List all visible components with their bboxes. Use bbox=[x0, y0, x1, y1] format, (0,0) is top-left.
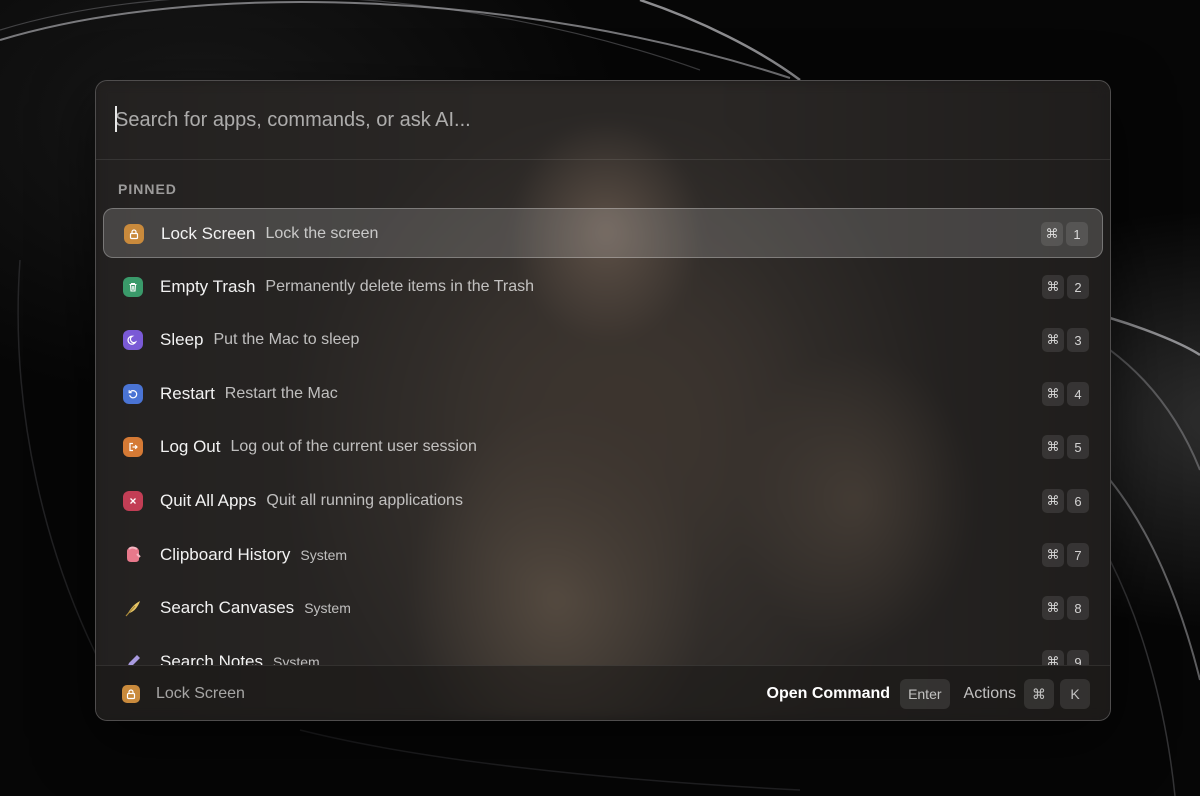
k-key-hint: K bbox=[1060, 679, 1090, 709]
number-key-badge: 9 bbox=[1067, 650, 1089, 665]
command-key-hint: ⌘ bbox=[1024, 679, 1054, 709]
command-palette: PINNED Lock ScreenLock the screen⌘1Empty… bbox=[95, 80, 1111, 721]
number-key-badge: 7 bbox=[1067, 543, 1089, 567]
shortcut-hint: ⌘ 7 bbox=[1042, 543, 1089, 567]
command-key-badge: ⌘ bbox=[1042, 543, 1064, 567]
command-key-badge: ⌘ bbox=[1042, 382, 1064, 406]
selected-command-label: Lock Screen bbox=[156, 684, 245, 702]
command-subtitle: System bbox=[300, 547, 348, 563]
command-row-quit-all-apps[interactable]: Quit All Apps Quit all running applicatio… bbox=[103, 476, 1103, 526]
command-key-badge: ⌘ bbox=[1042, 596, 1064, 620]
number-key-badge: 8 bbox=[1067, 596, 1089, 620]
command-title: Lock Screen bbox=[161, 224, 256, 243]
search-input[interactable] bbox=[115, 103, 1015, 137]
command-title: Empty Trash bbox=[160, 277, 256, 296]
shortcut-hint: ⌘ 4 bbox=[1042, 382, 1089, 406]
command-row-clipboard-history[interactable]: Clipboard History System ⌘ 7 bbox=[103, 530, 1103, 580]
number-key-badge: 4 bbox=[1067, 382, 1089, 406]
command-title: Search Notes bbox=[160, 652, 263, 665]
enter-key-hint: Enter bbox=[900, 679, 950, 709]
command-key-badge: ⌘ bbox=[1042, 650, 1064, 665]
command-row-search-notes[interactable]: Search Notes System ⌘ 9 bbox=[103, 637, 1103, 665]
command-key-badge: ⌘ bbox=[1042, 328, 1064, 352]
number-key-badge: 1 bbox=[1066, 222, 1088, 246]
command-subtitle: Log out of the current user session bbox=[230, 438, 477, 455]
open-command-button[interactable]: Open Command bbox=[767, 685, 891, 703]
command-key-badge: ⌘ bbox=[1042, 489, 1064, 513]
number-key-badge: 3 bbox=[1067, 328, 1089, 352]
command-title: Sleep bbox=[160, 330, 204, 349]
command-row-search-canvases[interactable]: Search Canvases System ⌘ 8 bbox=[103, 583, 1103, 633]
number-key-badge: 2 bbox=[1067, 275, 1089, 299]
command-row-log-out[interactable]: Log Out Log out of the current user sessi… bbox=[103, 422, 1103, 472]
command-key-badge: ⌘ bbox=[1042, 275, 1064, 299]
command-key-badge: ⌘ bbox=[1042, 435, 1064, 459]
shortcut-hint: ⌘ 1 bbox=[1041, 222, 1088, 246]
shortcut-hint: ⌘ 3 bbox=[1042, 328, 1089, 352]
command-subtitle: Lock the screen bbox=[265, 225, 379, 242]
clipboard-icon bbox=[122, 544, 144, 566]
actions-button[interactable]: Actions bbox=[964, 685, 1016, 703]
command-title: Restart bbox=[160, 384, 215, 403]
command-title: Search Canvases bbox=[160, 598, 295, 617]
command-title: Log Out bbox=[160, 437, 221, 456]
command-title: Clipboard History bbox=[160, 545, 291, 564]
close-icon bbox=[123, 491, 143, 511]
restart-icon bbox=[123, 384, 143, 404]
command-subtitle: Quit all running applications bbox=[266, 492, 463, 509]
command-title: Quit All Apps bbox=[160, 491, 257, 510]
shortcut-hint: ⌘ 9 bbox=[1042, 650, 1089, 665]
pen-icon bbox=[122, 651, 144, 665]
shortcut-hint: ⌘ 6 bbox=[1042, 489, 1089, 513]
lock-icon bbox=[122, 685, 140, 703]
command-row-empty-trash[interactable]: Empty Trash Permanently delete items in t… bbox=[103, 262, 1103, 312]
number-key-badge: 5 bbox=[1067, 435, 1089, 459]
command-row-sleep[interactable]: Sleep Put the Mac to sleep ⌘ 3 bbox=[103, 315, 1103, 365]
section-label-pinned: PINNED bbox=[118, 181, 177, 197]
feather-icon bbox=[122, 597, 144, 619]
command-subtitle: Restart the Mac bbox=[224, 385, 338, 402]
trash-icon bbox=[123, 277, 143, 297]
command-subtitle: System bbox=[304, 600, 351, 616]
command-list: Lock Screen Lock the screen ⌘ 1 Empty Trash P… bbox=[103, 208, 1103, 665]
shortcut-hint: ⌘ 5 bbox=[1042, 435, 1089, 459]
number-key-badge: 6 bbox=[1067, 489, 1089, 513]
command-row-lock-screen[interactable]: Lock Screen Lock the screen ⌘ 1 bbox=[103, 208, 1103, 258]
command-subtitle: Put the Mac to sleep bbox=[213, 331, 360, 348]
shortcut-hint: ⌘ 2 bbox=[1042, 275, 1089, 299]
command-key-badge: ⌘ bbox=[1041, 222, 1063, 246]
search-bar bbox=[96, 81, 1110, 160]
shortcut-hint: ⌘ 8 bbox=[1042, 596, 1089, 620]
command-subtitle: Permanently delete items in the Trash bbox=[265, 278, 534, 295]
logout-icon bbox=[123, 437, 143, 457]
moon-icon bbox=[123, 330, 143, 350]
command-subtitle: System bbox=[273, 654, 320, 665]
action-bar: Lock Screen Open Command Enter Actions ⌘… bbox=[96, 665, 1110, 720]
text-caret bbox=[115, 106, 117, 132]
lock-icon bbox=[124, 224, 144, 244]
command-row-restart[interactable]: Restart Restart the Mac ⌘ 4 bbox=[103, 369, 1103, 419]
